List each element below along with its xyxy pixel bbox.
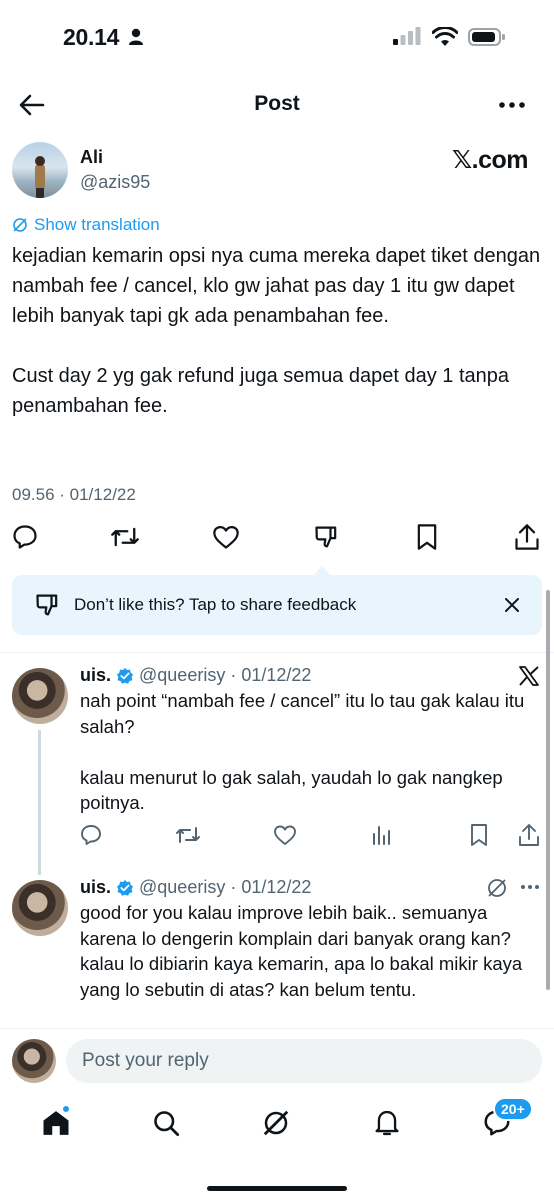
repost-button[interactable] — [110, 522, 140, 552]
reply-input[interactable] — [66, 1039, 542, 1083]
heart-icon — [274, 825, 296, 845]
views-button[interactable] — [369, 822, 395, 848]
bookmark-button[interactable] — [412, 522, 442, 552]
notification-dot — [62, 1105, 70, 1113]
battery-icon — [468, 27, 506, 47]
repost-button[interactable] — [175, 822, 201, 848]
bookmark-icon — [471, 824, 487, 846]
grok-icon[interactable] — [486, 877, 508, 899]
reply-author-name[interactable]: uis. — [80, 877, 111, 898]
page-title: Post — [254, 92, 300, 115]
post-timestamp[interactable]: 09.56 · 01/12/22 — [12, 485, 136, 505]
divider — [0, 652, 554, 653]
reply-text: nah point “nambah fee / cancel” itu lo t… — [80, 690, 525, 813]
reply-date: · 01/12/22 — [230, 877, 312, 897]
nav-grok[interactable] — [258, 1105, 294, 1141]
feedback-banner[interactable]: Don’t like this? Tap to share feedback — [12, 575, 542, 635]
repost-icon — [176, 827, 200, 843]
reply-handle[interactable]: @queerisy — [139, 877, 225, 898]
status-time: 20.14 — [63, 24, 120, 50]
reply-text: good for you kalau improve lebih baik.. … — [80, 902, 523, 1000]
reply-button[interactable] — [78, 822, 104, 848]
close-button[interactable] — [500, 593, 524, 617]
reply-icon — [81, 825, 101, 845]
more-icon[interactable] — [520, 884, 540, 890]
my-avatar[interactable] — [12, 1039, 56, 1083]
reply-actions — [78, 822, 548, 848]
author-name[interactable]: Ali — [80, 147, 103, 168]
show-translation-label: Show translation — [34, 215, 160, 234]
nav-home[interactable] — [38, 1105, 74, 1141]
status-icons — [392, 27, 506, 47]
person-icon — [128, 28, 144, 46]
bookmark-icon — [417, 524, 437, 550]
reply-handle[interactable]: @queerisy — [139, 665, 225, 686]
like-button[interactable] — [211, 522, 241, 552]
home-indicator — [207, 1186, 347, 1191]
close-icon — [505, 598, 519, 612]
more-icon — [499, 102, 525, 108]
divider — [0, 1028, 554, 1029]
messages-badge: 20+ — [493, 1097, 533, 1121]
heart-icon — [213, 525, 239, 549]
bookmark-button[interactable] — [466, 822, 492, 848]
post-actions — [0, 522, 554, 552]
author-avatar[interactable] — [12, 142, 68, 198]
show-translation-link[interactable]: Show translation — [12, 215, 160, 235]
verified-badge-icon — [116, 879, 134, 897]
wifi-icon — [432, 27, 458, 47]
reply-header: uis. @queerisy · 01/12/22 — [80, 877, 311, 898]
verified-badge-icon — [116, 667, 134, 685]
reply-header: uis. @queerisy · 01/12/22 — [80, 665, 311, 686]
search-icon — [154, 1111, 180, 1137]
grok-icon — [263, 1110, 289, 1136]
bottom-nav: 20+ — [0, 1097, 554, 1145]
scrollbar[interactable] — [546, 590, 550, 990]
author-handle[interactable]: @azis95 — [80, 172, 150, 193]
signal-icon — [392, 27, 422, 47]
share-button[interactable] — [512, 522, 542, 552]
thumbs-down-icon — [34, 591, 62, 619]
x-com-watermark: 𝕏.com — [452, 146, 529, 174]
nav-messages[interactable]: 20+ — [479, 1097, 533, 1141]
share-icon — [519, 824, 539, 846]
x-logo-icon — [518, 665, 540, 687]
feedback-text: Don’t like this? Tap to share feedback — [74, 595, 357, 614]
reply-avatar[interactable] — [12, 880, 68, 936]
like-button[interactable] — [272, 822, 298, 848]
share-button[interactable] — [516, 822, 542, 848]
reply-button[interactable] — [10, 522, 40, 552]
post-text: kejadian kemarin opsi nya cuma mereka da… — [12, 245, 541, 417]
bell-icon — [375, 1110, 399, 1136]
reply-author-name[interactable]: uis. — [80, 665, 111, 686]
more-options-button[interactable] — [498, 95, 526, 115]
reply-date: · 01/12/22 — [230, 665, 312, 685]
analytics-icon — [373, 826, 390, 845]
repost-icon — [111, 527, 139, 547]
nav-notifications[interactable] — [369, 1105, 405, 1141]
share-icon — [515, 524, 539, 550]
thread-line — [38, 730, 41, 875]
avatar-photo — [35, 156, 45, 198]
grok-icon — [13, 218, 27, 232]
reply-avatar[interactable] — [12, 668, 68, 724]
thumbs-down-icon — [315, 526, 337, 548]
nav-search[interactable] — [148, 1105, 184, 1141]
reply-icon — [13, 525, 37, 549]
dislike-button[interactable] — [312, 522, 342, 552]
